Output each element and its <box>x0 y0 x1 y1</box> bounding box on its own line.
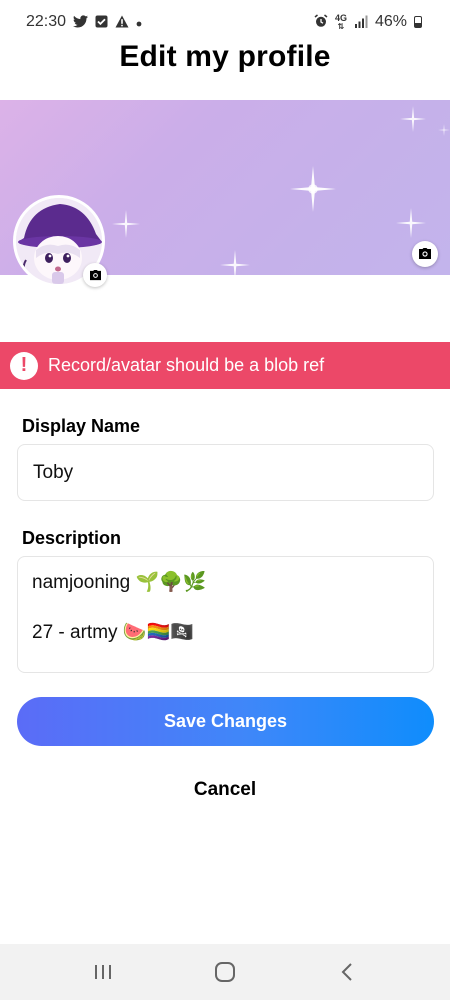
home-icon <box>215 962 235 982</box>
4g-icon: 4G ⇅ <box>334 12 347 31</box>
status-bar: 22:30 4G ⇅ 46% <box>0 0 450 44</box>
error-message: Record/avatar should be a blob ref <box>48 355 325 375</box>
description-line: namjooning 🌱🌳🌿 <box>32 572 207 593</box>
error-icon: ! <box>10 351 38 380</box>
battery-percent: 46% <box>374 13 407 30</box>
camera-icon <box>89 269 101 280</box>
back-button[interactable] <box>317 952 377 992</box>
display-name-input[interactable]: Toby <box>17 444 434 501</box>
status-right: 4G ⇅ 46% <box>314 13 422 31</box>
sparkle-icon <box>290 166 336 212</box>
sparkle-icon <box>400 106 426 132</box>
save-changes-button[interactable]: Save Changes <box>17 697 434 746</box>
twitter-icon <box>73 14 89 30</box>
back-icon <box>341 963 352 981</box>
recent-apps-button[interactable] <box>73 952 133 992</box>
status-left: 22:30 <box>26 13 142 31</box>
check-box-icon <box>95 15 108 30</box>
page-title: Edit my profile <box>119 40 331 73</box>
sparkle-icon <box>396 208 426 238</box>
description-label: Description <box>22 528 122 548</box>
status-time: 22:30 <box>26 13 67 30</box>
avatar-container[interactable] <box>13 195 107 287</box>
system-nav-bar <box>0 944 450 1000</box>
banner-camera-button[interactable] <box>412 241 438 267</box>
cancel-button[interactable]: Cancel <box>0 774 450 806</box>
sparkle-icon <box>220 250 250 275</box>
description-textarea[interactable]: namjooning 🌱🌳🌿 27 - artmy 🍉🏳️‍🌈🏴‍☠️ <box>17 556 434 673</box>
sparkle-icon <box>438 124 450 136</box>
battery-icon <box>414 16 422 28</box>
avatar-camera-button[interactable] <box>83 263 107 287</box>
sparkle-icon <box>112 210 140 238</box>
recent-apps-icon <box>95 965 111 979</box>
dot-icon <box>136 16 142 29</box>
warning-icon <box>115 15 129 30</box>
home-button[interactable] <box>195 952 255 992</box>
description-line: 27 - artmy 🍉🏳️‍🌈🏴‍☠️ <box>32 622 194 643</box>
display-name-label: Display Name <box>22 416 141 436</box>
signal-icon <box>354 15 368 30</box>
alarm-icon <box>314 14 328 30</box>
camera-icon <box>419 248 431 259</box>
error-banner: ! Record/avatar should be a blob ref <box>0 342 450 389</box>
